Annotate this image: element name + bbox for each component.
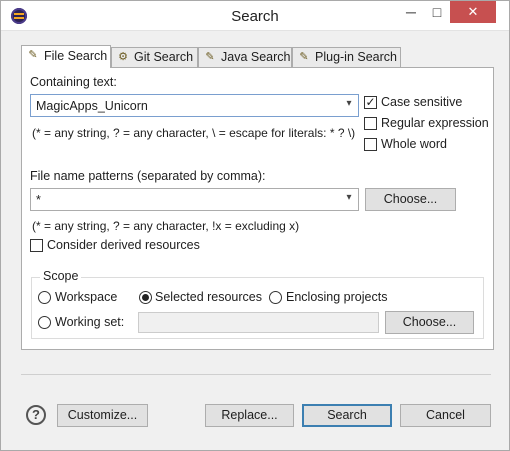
close-button[interactable]: ✕ bbox=[450, 1, 496, 23]
regular-expression-label: Regular expression bbox=[381, 116, 489, 130]
file-patterns-input[interactable]: * ▾ bbox=[30, 188, 359, 211]
choose-file-patterns-button[interactable]: Choose... bbox=[365, 188, 456, 211]
help-icon[interactable]: ? bbox=[26, 405, 46, 425]
working-set-radio[interactable] bbox=[38, 316, 51, 329]
plugin-search-icon: ✎ bbox=[299, 51, 309, 63]
tab-label: Git Search bbox=[134, 50, 194, 64]
case-sensitive-checkbox[interactable]: ✓ bbox=[364, 96, 377, 109]
workspace-radio[interactable] bbox=[38, 291, 51, 304]
consider-derived-label: Consider derived resources bbox=[47, 238, 200, 252]
tab-label: Java Search bbox=[221, 50, 291, 64]
tab-label: File Search bbox=[44, 49, 108, 63]
tab-label: Plug-in Search bbox=[315, 50, 397, 64]
whole-word-checkbox[interactable] bbox=[364, 138, 377, 151]
regular-expression-checkbox[interactable] bbox=[364, 117, 377, 130]
footer-divider bbox=[21, 374, 491, 375]
chevron-down-icon[interactable]: ▾ bbox=[342, 192, 356, 203]
containing-text-hint: (* = any string, ? = any character, \ = … bbox=[32, 126, 356, 140]
scope-title: Scope bbox=[40, 269, 82, 283]
enclosing-projects-radio[interactable] bbox=[269, 291, 282, 304]
containing-text-input[interactable]: MagicApps_Unicorn ▾ bbox=[30, 94, 359, 117]
tab-file-search[interactable]: ✎ File Search bbox=[21, 45, 111, 68]
tab-git-search[interactable]: ⚙ Git Search bbox=[111, 47, 198, 67]
selected-resources-label: Selected resources bbox=[155, 290, 263, 304]
containing-text-label: Containing text: bbox=[30, 75, 117, 89]
chevron-down-icon[interactable]: ▾ bbox=[342, 98, 356, 109]
java-search-icon: ✎ bbox=[205, 51, 215, 63]
file-patterns-label: File name patterns (separated by comma): bbox=[30, 169, 266, 183]
search-dialog: Search ─ □ ✕ ✎ File Search ⚙ Git Search … bbox=[0, 0, 510, 451]
containing-text-value: MagicApps_Unicorn bbox=[36, 99, 148, 113]
choose-working-set-button[interactable]: Choose... bbox=[385, 311, 474, 334]
file-patterns-value: * bbox=[36, 193, 41, 207]
replace-button[interactable]: Replace... bbox=[205, 404, 294, 427]
whole-word-label: Whole word bbox=[381, 137, 447, 151]
case-sensitive-label: Case sensitive bbox=[381, 95, 463, 109]
working-set-field bbox=[138, 312, 379, 333]
minimize-button[interactable]: ─ bbox=[398, 1, 424, 23]
enclosing-projects-label: Enclosing projects bbox=[286, 290, 388, 304]
title-bar: Search ─ □ ✕ bbox=[1, 1, 509, 31]
cancel-button[interactable]: Cancel bbox=[400, 404, 491, 427]
working-set-label: Working set: bbox=[55, 315, 125, 329]
git-search-icon: ⚙ bbox=[118, 51, 128, 63]
maximize-button[interactable]: □ bbox=[424, 1, 450, 23]
file-search-panel: Containing text: MagicApps_Unicorn ▾ (* … bbox=[21, 67, 494, 350]
selected-resources-radio[interactable] bbox=[139, 291, 152, 304]
file-patterns-hint: (* = any string, ? = any character, !x =… bbox=[32, 219, 300, 233]
tab-java-search[interactable]: ✎ Java Search bbox=[198, 47, 292, 67]
scope-group: Scope Workspace Selected resources Enclo… bbox=[31, 269, 484, 339]
file-search-icon: ✎ bbox=[28, 49, 38, 61]
customize-button[interactable]: Customize... bbox=[57, 404, 148, 427]
workspace-label: Workspace bbox=[55, 290, 118, 304]
consider-derived-checkbox[interactable] bbox=[30, 239, 43, 252]
search-button[interactable]: Search bbox=[302, 404, 392, 427]
tab-plugin-search[interactable]: ✎ Plug-in Search bbox=[292, 47, 401, 67]
